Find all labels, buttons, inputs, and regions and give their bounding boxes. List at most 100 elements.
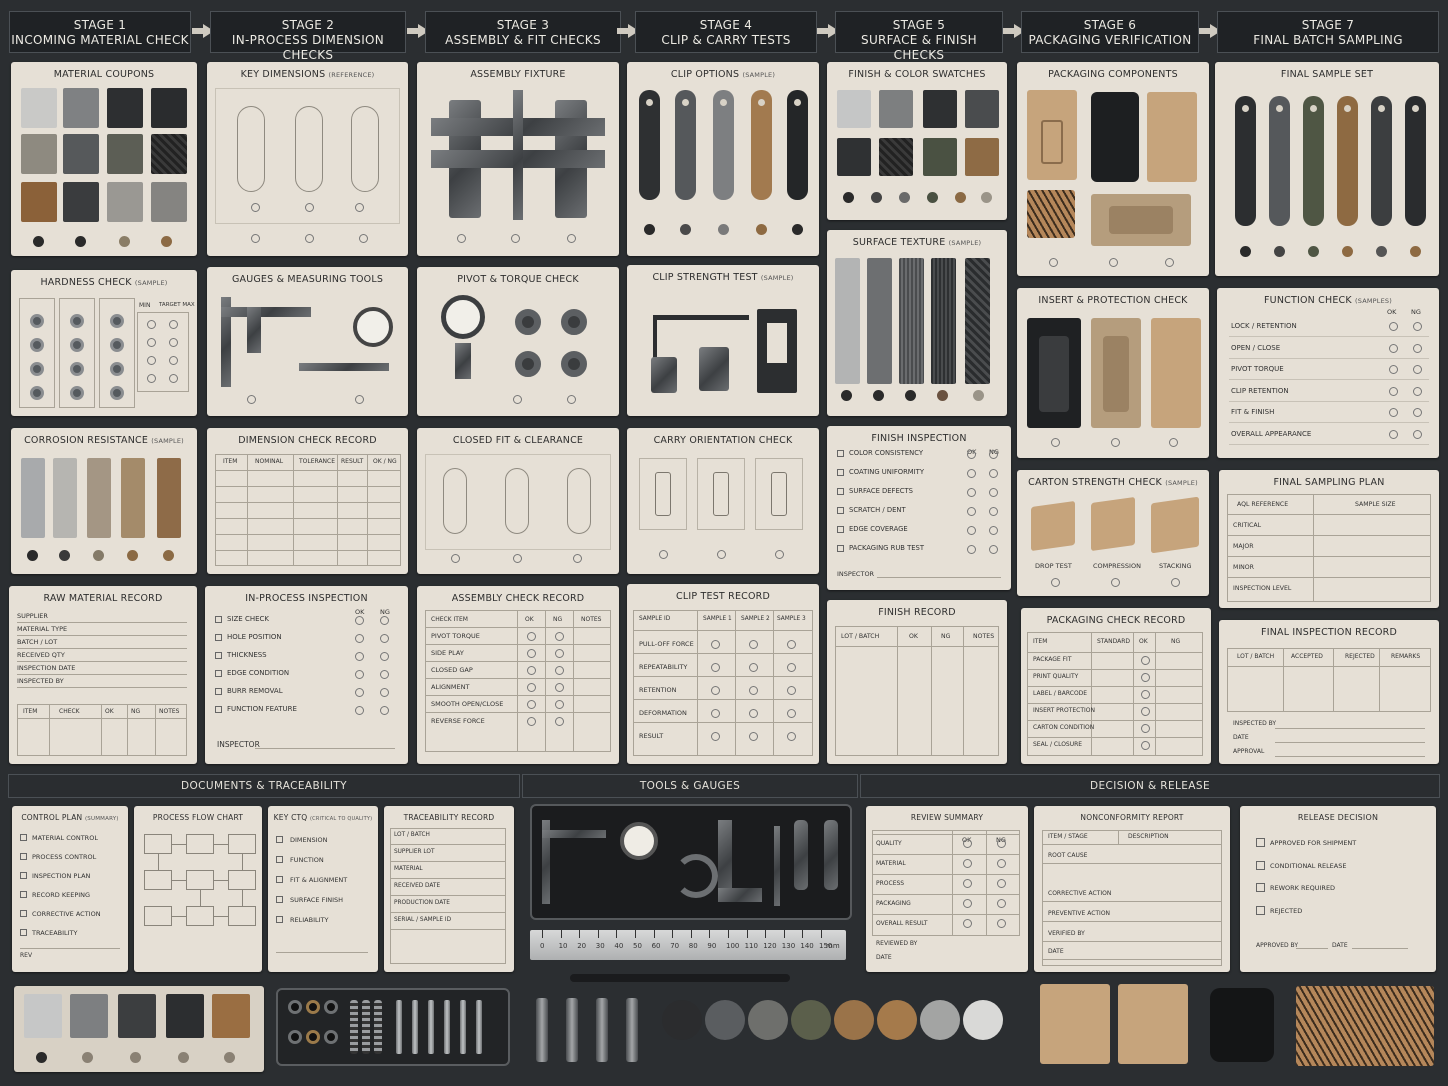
function-check-card[interactable]: FUNCTION CHECK (SAMPLES) OK NG LOCK / RE… xyxy=(1217,288,1439,458)
label: EDGE COVERAGE xyxy=(849,525,908,533)
stage-7-header[interactable]: STAGE 7 FINAL BATCH SAMPLING xyxy=(1217,11,1439,53)
radio-button xyxy=(967,545,976,554)
radio-button xyxy=(1141,724,1150,733)
key-ctq-card[interactable]: KEY CTQ (CRITICAL TO QUALITY) DIMENSION F… xyxy=(268,806,378,972)
key-dimensions-card[interactable]: KEY DIMENSIONS (REFERENCE) xyxy=(207,62,408,256)
label: NOTES xyxy=(581,616,602,623)
ruler-tick-label: 80 xyxy=(688,942,698,950)
stage-5-header[interactable]: STAGE 5 SURFACE & FINISH CHECKS xyxy=(835,11,1003,62)
nonconformity-report-card[interactable]: NONCONFORMITY REPORT ITEM / STAGE DESCRIP… xyxy=(1034,806,1230,972)
carton-icon xyxy=(1151,496,1199,554)
clip-sample xyxy=(713,90,734,200)
control-plan-card[interactable]: CONTROL PLAN (SUMMARY) REV MATERIAL CONT… xyxy=(12,806,128,972)
radio-button xyxy=(555,666,564,675)
weight-icon xyxy=(699,347,729,391)
radio-button xyxy=(355,616,364,625)
carton-strength-card[interactable]: CARTON STRENGTH CHECK (SAMPLE) DROP TEST… xyxy=(1017,470,1209,596)
finish-inspection-card[interactable]: FINISH INSPECTION OK NG INSPECTOR COLOR … xyxy=(827,426,1011,590)
radio-button xyxy=(749,686,758,695)
stage-1-header[interactable]: STAGE 1 INCOMING MATERIAL CHECK xyxy=(9,11,191,53)
clip-sample xyxy=(675,90,696,200)
hardness-sample xyxy=(70,386,84,400)
radio-button xyxy=(555,717,564,726)
finish-swatches-card[interactable]: FINISH & COLOR SWATCHES xyxy=(827,62,1007,220)
raw-material-record-card[interactable]: RAW MATERIAL RECORD SUPPLIER MATERIAL TYP… xyxy=(9,586,197,764)
final-sample-set-card[interactable]: FINAL SAMPLE SET xyxy=(1215,62,1439,276)
label: NG xyxy=(553,616,563,623)
radio-button xyxy=(380,706,389,715)
traceability-record-card[interactable]: TRACEABILITY RECORD LOT / BATCH SUPPLIER … xyxy=(384,806,514,972)
finish-record-card[interactable]: FINISH RECORD LOT / BATCH OK NG NOTES xyxy=(827,600,1007,764)
review-summary-card[interactable]: REVIEW SUMMARY OK NG REVIEWED BY DATE QU… xyxy=(866,806,1028,972)
carry-orientation-card[interactable]: CARRY ORIENTATION CHECK xyxy=(627,428,819,574)
label: PIVOT TORQUE xyxy=(431,632,480,640)
radio-button xyxy=(1413,386,1422,396)
washer-icon xyxy=(288,1000,302,1014)
stage-3-header[interactable]: STAGE 3 ASSEMBLY & FIT CHECKS xyxy=(425,11,621,53)
final-inspection-record-card[interactable]: FINAL INSPECTION RECORD LOT / BATCH ACCEP… xyxy=(1219,620,1439,764)
final-sampling-plan-card[interactable]: FINAL SAMPLING PLAN AQL REFERENCE SAMPLE … xyxy=(1219,470,1439,608)
packaging-record-card[interactable]: PACKAGING CHECK RECORD ITEM STANDARD OK NG P… xyxy=(1021,608,1211,764)
insert-protection-card[interactable]: INSERT & PROTECTION CHECK xyxy=(1017,288,1209,458)
clip-strength-card[interactable]: CLIP STRENGTH TEST (SAMPLE) xyxy=(627,265,819,416)
label: CORRECTIVE ACTION xyxy=(1048,890,1112,897)
radio-button xyxy=(527,700,536,709)
ruler-tick-label: 50 xyxy=(633,942,642,950)
dimension-record-card[interactable]: DIMENSION CHECK RECORD ITEM NOMINAL TOLERA… xyxy=(207,428,408,574)
radio-button xyxy=(380,634,389,643)
process-flow-card[interactable]: PROCESS FLOW CHART xyxy=(134,806,262,972)
radio-button xyxy=(527,717,536,726)
checkbox xyxy=(837,545,844,552)
radio-button xyxy=(1141,690,1150,699)
radio-button xyxy=(555,649,564,658)
radio-button xyxy=(1389,429,1398,439)
label: REMARKS xyxy=(1391,653,1421,660)
clip-test-record-card[interactable]: CLIP TEST RECORD SAMPLE ID SAMPLE 1 SAMPLE… xyxy=(627,584,819,764)
assembly-fixture-card[interactable]: ASSEMBLY FIXTURE xyxy=(417,62,619,256)
section-decision-release: DECISION & RELEASE xyxy=(860,774,1440,798)
radio-button xyxy=(989,545,998,554)
material-coupons-card[interactable]: MATERIAL COUPONS xyxy=(11,62,197,256)
assembly-record-card[interactable]: ASSEMBLY CHECK RECORD CHECK ITEM OK NG NOTE… xyxy=(417,586,619,764)
sleeve-box-icon xyxy=(1147,92,1197,182)
section-documents-traceability: DOCUMENTS & TRACEABILITY xyxy=(8,774,520,798)
material-tray xyxy=(14,986,264,1072)
checkbox xyxy=(20,834,27,841)
flow-step xyxy=(186,834,214,854)
label: SAMPLE 1 xyxy=(703,616,732,622)
hardness-sample xyxy=(70,338,84,352)
pivot-torque-card[interactable]: PIVOT & TORQUE CHECK xyxy=(417,267,619,416)
ruler-tick-label: 110 xyxy=(744,942,758,950)
label: RESULT xyxy=(341,458,364,465)
in-process-inspection-card[interactable]: IN-PROCESS INSPECTION OK NG INSPECTOR SI… xyxy=(205,586,408,764)
checkbox xyxy=(215,634,222,641)
bushing-icon xyxy=(561,351,587,377)
label: STANDARD xyxy=(1097,638,1131,645)
label: MAJOR xyxy=(1233,543,1254,550)
gauges-card[interactable]: GAUGES & MEASURING TOOLS xyxy=(207,267,408,416)
honeycomb-insert-icon xyxy=(1296,986,1434,1066)
surface-texture-card[interactable]: SURFACE TEXTURE (SAMPLE) xyxy=(827,230,1007,416)
checkbox xyxy=(215,652,222,659)
label: LOT / BATCH xyxy=(394,832,430,838)
packaging-components-card[interactable]: PACKAGING COMPONENTS xyxy=(1017,62,1209,276)
radio-button xyxy=(1141,673,1150,682)
stage-4-header[interactable]: STAGE 4 CLIP & CARRY TESTS xyxy=(635,11,817,53)
release-decision-card[interactable]: RELEASE DECISION APPROVED BY DATE APPROV… xyxy=(1240,806,1436,972)
closed-fit-card[interactable]: CLOSED FIT & CLEARANCE xyxy=(417,428,619,574)
label: SUPPLIER xyxy=(17,612,48,620)
clip-options-card[interactable]: CLIP OPTIONS (SAMPLE) xyxy=(627,62,819,256)
screw-icon xyxy=(476,1000,482,1054)
corrosion-card[interactable]: CORROSION RESISTANCE (SAMPLE) xyxy=(11,428,197,574)
stage-6-header[interactable]: STAGE 6 PACKAGING VERIFICATION xyxy=(1021,11,1199,53)
radio-button xyxy=(749,709,758,718)
checkbox xyxy=(20,853,27,860)
label: OK xyxy=(525,616,534,623)
carton-icon xyxy=(1118,984,1188,1064)
hardness-check-card[interactable]: HARDNESS CHECK (SAMPLE) MIN TARGET MAX xyxy=(11,270,197,416)
weight-icon xyxy=(651,357,677,393)
label: THICKNESS xyxy=(227,651,267,659)
label: CLIP RETENTION xyxy=(1231,386,1289,395)
radio-button xyxy=(355,652,364,661)
stage-2-header[interactable]: STAGE 2 IN-PROCESS DIMENSION CHECKS xyxy=(210,11,406,62)
